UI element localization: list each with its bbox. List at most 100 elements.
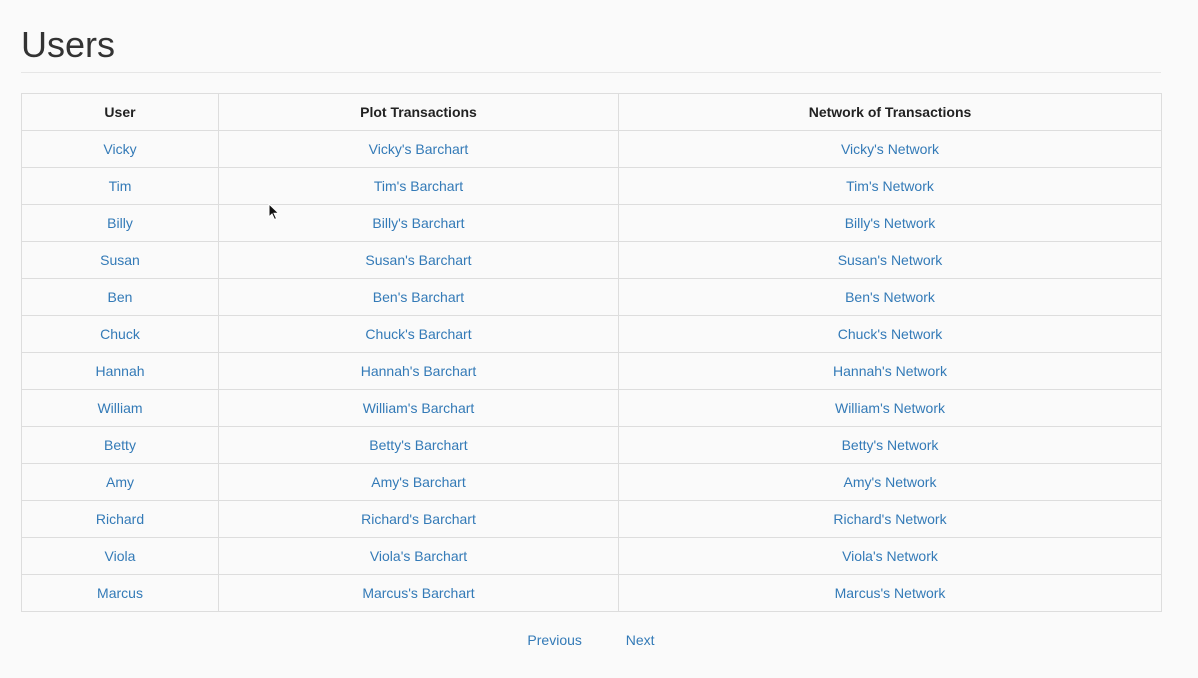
table-row: Amy Amy's Barchart Amy's Network xyxy=(21,463,1162,501)
table-row: Ben Ben's Barchart Ben's Network xyxy=(21,278,1162,316)
table-row: Tim Tim's Barchart Tim's Network xyxy=(21,167,1162,205)
barchart-link[interactable]: Chuck's Barchart xyxy=(365,326,471,342)
table-cell-barchart: Hannah's Barchart xyxy=(218,352,619,390)
table-cell-user: Vicky xyxy=(21,130,219,168)
users-table: User Plot Transactions Network of Transa… xyxy=(21,93,1162,612)
user-link[interactable]: William xyxy=(97,400,142,416)
network-link[interactable]: Hannah's Network xyxy=(833,363,947,379)
network-link[interactable]: Viola's Network xyxy=(842,548,938,564)
user-link[interactable]: Hannah xyxy=(95,363,144,379)
network-link[interactable]: William's Network xyxy=(835,400,945,416)
table-row: Chuck Chuck's Barchart Chuck's Network xyxy=(21,315,1162,353)
user-link[interactable]: Billy xyxy=(107,215,133,231)
table-cell-barchart: Richard's Barchart xyxy=(218,500,619,538)
table-cell-network: Vicky's Network xyxy=(618,130,1162,168)
table-row: Viola Viola's Barchart Viola's Network xyxy=(21,537,1162,575)
network-link[interactable]: Richard's Network xyxy=(833,511,946,527)
network-link[interactable]: Vicky's Network xyxy=(841,141,939,157)
column-header-network-of-transactions: Network of Transactions xyxy=(618,93,1162,131)
barchart-link[interactable]: Ben's Barchart xyxy=(373,289,464,305)
table-row: Hannah Hannah's Barchart Hannah's Network xyxy=(21,352,1162,390)
table-header-row: User Plot Transactions Network of Transa… xyxy=(21,93,1162,131)
network-link[interactable]: Betty's Network xyxy=(842,437,939,453)
table-cell-barchart: Tim's Barchart xyxy=(218,167,619,205)
previous-button[interactable]: Previous xyxy=(527,632,581,648)
barchart-link[interactable]: Amy's Barchart xyxy=(371,474,465,490)
table-body: Vicky Vicky's Barchart Vicky's Network Tim T… xyxy=(21,130,1162,612)
barchart-link[interactable]: Marcus's Barchart xyxy=(362,585,474,601)
mouse-pointer-icon xyxy=(268,203,280,221)
table-cell-user: Amy xyxy=(21,463,219,501)
table-row: Richard Richard's Barchart Richard's Netwo… xyxy=(21,500,1162,538)
network-link[interactable]: Ben's Network xyxy=(845,289,935,305)
table-cell-network: Ben's Network xyxy=(618,278,1162,316)
table-cell-user: Billy xyxy=(21,204,219,242)
table-cell-network: Chuck's Network xyxy=(618,315,1162,353)
next-button[interactable]: Next xyxy=(626,632,655,648)
page-title: Users xyxy=(21,24,116,65)
table-cell-barchart: Amy's Barchart xyxy=(218,463,619,501)
table-cell-barchart: Marcus's Barchart xyxy=(218,574,619,612)
barchart-link[interactable]: Billy's Barchart xyxy=(372,215,464,231)
table-cell-network: Viola's Network xyxy=(618,537,1162,575)
table-cell-network: William's Network xyxy=(618,389,1162,427)
network-link[interactable]: Amy's Network xyxy=(844,474,937,490)
user-link[interactable]: Amy xyxy=(106,474,134,490)
barchart-link[interactable]: Susan's Barchart xyxy=(365,252,471,268)
table-cell-network: Tim's Network xyxy=(618,167,1162,205)
table-cell-barchart: Ben's Barchart xyxy=(218,278,619,316)
user-link[interactable]: Chuck xyxy=(100,326,140,342)
barchart-link[interactable]: Betty's Barchart xyxy=(369,437,467,453)
table-row: Betty Betty's Barchart Betty's Network xyxy=(21,426,1162,464)
barchart-link[interactable]: Viola's Barchart xyxy=(370,548,467,564)
table-cell-user: Ben xyxy=(21,278,219,316)
barchart-link[interactable]: Tim's Barchart xyxy=(374,178,463,194)
table-cell-user: Viola xyxy=(21,537,219,575)
table-cell-network: Marcus's Network xyxy=(618,574,1162,612)
user-link[interactable]: Tim xyxy=(109,178,132,194)
table-cell-network: Betty's Network xyxy=(618,426,1162,464)
table-cell-barchart: Susan's Barchart xyxy=(218,241,619,279)
table-cell-barchart: Viola's Barchart xyxy=(218,537,619,575)
user-link[interactable]: Marcus xyxy=(97,585,143,601)
user-link[interactable]: Vicky xyxy=(103,141,136,157)
user-link[interactable]: Susan xyxy=(100,252,140,268)
table-cell-user: Susan xyxy=(21,241,219,279)
table-cell-user: Marcus xyxy=(21,574,219,612)
network-link[interactable]: Susan's Network xyxy=(838,252,943,268)
column-header-user: User xyxy=(21,93,219,131)
barchart-link[interactable]: William's Barchart xyxy=(363,400,475,416)
table-row: William William's Barchart William's Netwo… xyxy=(21,389,1162,427)
table-cell-network: Amy's Network xyxy=(618,463,1162,501)
network-link[interactable]: Chuck's Network xyxy=(838,326,943,342)
table-cell-network: Susan's Network xyxy=(618,241,1162,279)
network-link[interactable]: Marcus's Network xyxy=(835,585,946,601)
user-link[interactable]: Richard xyxy=(96,511,144,527)
pager: Previous Next xyxy=(21,632,1161,648)
barchart-link[interactable]: Richard's Barchart xyxy=(361,511,476,527)
column-header-plot-transactions: Plot Transactions xyxy=(218,93,619,131)
table-cell-barchart: Chuck's Barchart xyxy=(218,315,619,353)
user-link[interactable]: Viola xyxy=(105,548,136,564)
network-link[interactable]: Billy's Network xyxy=(845,215,936,231)
user-link[interactable]: Ben xyxy=(108,289,133,305)
network-link[interactable]: Tim's Network xyxy=(846,178,934,194)
table-cell-user: Betty xyxy=(21,426,219,464)
table-cell-barchart: William's Barchart xyxy=(218,389,619,427)
barchart-link[interactable]: Hannah's Barchart xyxy=(361,363,477,379)
table-row: Billy Billy's Barchart Billy's Network xyxy=(21,204,1162,242)
user-link[interactable]: Betty xyxy=(104,437,136,453)
table-cell-network: Billy's Network xyxy=(618,204,1162,242)
title-divider xyxy=(21,72,1161,73)
barchart-link[interactable]: Vicky's Barchart xyxy=(369,141,469,157)
table-cell-barchart: Betty's Barchart xyxy=(218,426,619,464)
table-row: Susan Susan's Barchart Susan's Network xyxy=(21,241,1162,279)
table-cell-network: Hannah's Network xyxy=(618,352,1162,390)
table-cell-barchart: Vicky's Barchart xyxy=(218,130,619,168)
table-row: Marcus Marcus's Barchart Marcus's Network xyxy=(21,574,1162,612)
table-cell-user: Richard xyxy=(21,500,219,538)
page-container: Users User Plot Transactions Network of … xyxy=(21,0,1162,648)
table-cell-user: Tim xyxy=(21,167,219,205)
table-cell-user: Hannah xyxy=(21,352,219,390)
table-cell-network: Richard's Network xyxy=(618,500,1162,538)
